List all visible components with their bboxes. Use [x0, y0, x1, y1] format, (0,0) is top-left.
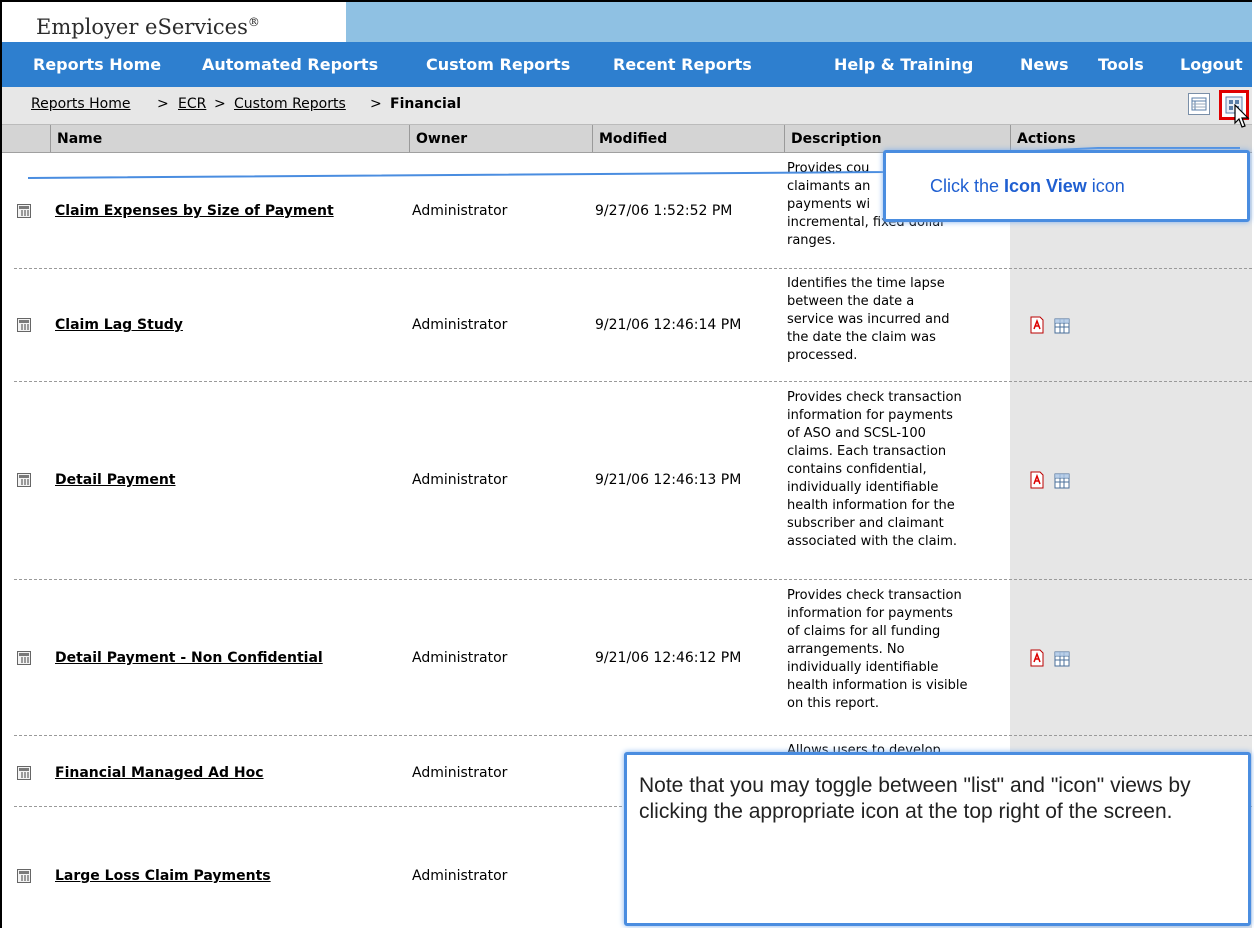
description-line: subscriber and claimant — [787, 516, 944, 531]
nav-logout[interactable]: Logout — [1180, 42, 1243, 87]
report-modified: 9/21/06 12:46:12 PM — [595, 650, 742, 666]
report-icon — [17, 869, 31, 883]
mouse-pointer-icon — [1234, 104, 1250, 128]
brand-logo: Employer eServices® — [2, 2, 346, 42]
row-divider — [14, 268, 1252, 269]
callout-text: Click the Icon View icon — [930, 176, 1125, 197]
report-name-link[interactable]: Large Loss Claim Payments — [55, 868, 271, 884]
callout-suffix: icon — [1086, 176, 1125, 196]
breadcrumb-separator: > — [214, 96, 226, 112]
report-icon — [17, 318, 31, 332]
report-owner: Administrator — [412, 317, 508, 333]
callout-prefix: Click the — [930, 176, 1005, 196]
report-owner: Administrator — [412, 765, 508, 781]
report-modified: 9/21/06 12:46:14 PM — [595, 317, 742, 333]
description-line: information for payments — [787, 408, 953, 423]
header-description: Description — [784, 125, 1010, 152]
nav-automated-reports[interactable]: Automated Reports — [202, 42, 378, 87]
report-owner: Administrator — [412, 472, 508, 488]
pdf-icon[interactable] — [1028, 316, 1046, 334]
pdf-icon[interactable] — [1028, 649, 1046, 667]
description-line: Identifies the time lapse — [787, 276, 945, 291]
spreadsheet-icon[interactable] — [1053, 316, 1071, 334]
spreadsheet-icon[interactable] — [1053, 649, 1071, 667]
report-modified: 9/21/06 12:46:13 PM — [595, 472, 742, 488]
header-actions: Actions — [1010, 125, 1252, 152]
brand-bar: Employer eServices® — [2, 2, 1252, 42]
description-line: associated with the claim. — [787, 534, 957, 549]
nav-news[interactable]: News — [1020, 42, 1069, 87]
breadcrumb-separator: > — [157, 96, 169, 112]
nav-reports-home[interactable]: Reports Home — [33, 42, 161, 87]
report-owner: Administrator — [412, 203, 508, 219]
brand-title: Employer eServices — [36, 15, 248, 39]
breadcrumb: Reports Home > ECR > Custom Reports > Fi… — [2, 87, 1252, 125]
pdf-icon[interactable] — [1028, 471, 1046, 489]
report-owner: Administrator — [412, 650, 508, 666]
description-line: claims. Each transaction — [787, 444, 947, 459]
table-header: Name Owner Modified Description Actions — [2, 125, 1252, 153]
note-callout: Note that you may toggle between "list" … — [624, 752, 1251, 926]
row-divider — [14, 735, 1252, 736]
list-view-icon — [1191, 97, 1207, 111]
nav-help-training[interactable]: Help & Training — [834, 42, 973, 87]
callout-bold: Icon View — [1004, 176, 1087, 196]
breadcrumb-reports-home[interactable]: Reports Home — [31, 96, 131, 112]
report-description: Identifies the time lapse between the da… — [787, 275, 1009, 365]
description-line: of claims for all funding — [787, 624, 941, 639]
description-line: on this report. — [787, 696, 880, 711]
report-icon — [17, 204, 31, 218]
report-icon — [17, 766, 31, 780]
description-line: Provides check transaction — [787, 390, 962, 405]
description-line: arrangements. No — [787, 642, 905, 657]
report-name-link[interactable]: Claim Lag Study — [55, 317, 183, 333]
description-line: ranges. — [787, 233, 836, 248]
list-view-button[interactable] — [1188, 93, 1210, 115]
description-line: individually identifiable — [787, 660, 939, 675]
description-line: of ASO and SCSL-100 — [787, 426, 926, 441]
registered-mark: ® — [247, 15, 260, 29]
report-name-link[interactable]: Detail Payment — [55, 472, 176, 488]
description-line: service was incurred and — [787, 312, 950, 327]
description-line: processed. — [787, 348, 858, 363]
report-modified: 9/27/06 1:52:52 PM — [595, 203, 733, 219]
breadcrumb-current: Financial — [390, 96, 462, 112]
breadcrumb-ecr[interactable]: ECR — [178, 96, 206, 112]
breadcrumb-custom-reports[interactable]: Custom Reports — [234, 96, 346, 112]
icon-view-callout: Click the Icon View icon — [883, 150, 1250, 222]
header-owner[interactable]: Owner — [409, 125, 592, 152]
nav-custom-reports[interactable]: Custom Reports — [426, 42, 570, 87]
spreadsheet-icon[interactable] — [1053, 471, 1071, 489]
report-icon — [17, 473, 31, 487]
note-text: Note that you may toggle between "list" … — [639, 774, 1191, 823]
report-name-link[interactable]: Financial Managed Ad Hoc — [55, 765, 264, 781]
description-line: individually identifiable — [787, 480, 939, 495]
description-line: contains confidential, — [787, 462, 927, 477]
report-owner: Administrator — [412, 868, 508, 884]
header-icon-col — [2, 125, 50, 152]
description-line: health information for the — [787, 498, 955, 513]
description-line: information for payments — [787, 606, 953, 621]
report-name-link[interactable]: Claim Expenses by Size of Payment — [55, 203, 334, 219]
report-description: Provides check transaction information f… — [787, 389, 1009, 551]
header-name[interactable]: Name — [50, 125, 409, 152]
description-line: the date the claim was — [787, 330, 936, 345]
main-nav: Reports Home Automated Reports Custom Re… — [2, 42, 1252, 87]
row-divider — [14, 381, 1252, 382]
report-icon — [17, 651, 31, 665]
nav-recent-reports[interactable]: Recent Reports — [613, 42, 752, 87]
description-line: between the date a — [787, 294, 915, 309]
report-description: Provides check transaction information f… — [787, 587, 1009, 713]
row-divider — [14, 579, 1252, 580]
description-line: health information is visible — [787, 678, 968, 693]
header-modified[interactable]: Modified — [592, 125, 784, 152]
report-name-link[interactable]: Detail Payment - Non Confidential — [55, 650, 323, 666]
description-line: Provides check transaction — [787, 588, 962, 603]
breadcrumb-separator: > — [370, 96, 382, 112]
nav-tools[interactable]: Tools — [1098, 42, 1144, 87]
